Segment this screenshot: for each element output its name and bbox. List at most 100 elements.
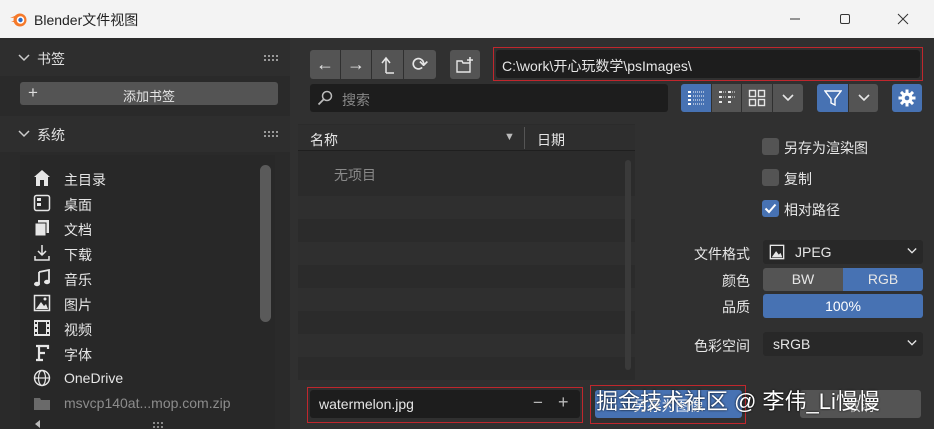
refresh-button[interactable]: ⟳ (404, 50, 436, 79)
maximize-icon (840, 14, 850, 24)
parent-directory-icon (380, 56, 394, 74)
color-mode-toggle: BW RGB (763, 268, 923, 291)
column-date-header[interactable]: 日期 (537, 130, 565, 150)
view-thumbnails-button[interactable] (742, 84, 772, 112)
maximize-button[interactable] (822, 0, 868, 38)
chevron-down-icon (907, 340, 917, 346)
directory-path-input[interactable]: C:\work\开心玩数学\psImages\ (496, 50, 920, 78)
filter-options-dropdown[interactable] (849, 84, 878, 112)
list-view-icon (688, 91, 704, 105)
scroll-grip-icon (153, 422, 163, 428)
horizontal-list-icon (718, 91, 735, 103)
home-icon (32, 168, 52, 188)
font-icon (32, 343, 52, 363)
title-bar: Blender文件视图 (0, 0, 934, 38)
bookmarks-panel-header[interactable]: 书签 (0, 40, 290, 76)
file-list-header: 名称 ▼ 日期 (298, 125, 635, 151)
quality-label: 品质 (722, 299, 750, 315)
sidebar-item-zip[interactable]: msvcp140at...mop.com.zip (20, 390, 260, 415)
copy-checkbox[interactable] (762, 169, 779, 186)
quality-slider[interactable]: 100% (763, 294, 923, 318)
color-label: 颜色 (722, 273, 750, 289)
folder-icon (32, 393, 52, 413)
close-button[interactable] (880, 0, 926, 38)
sidebar-item-desktop[interactable]: 桌面 (20, 190, 260, 215)
arrow-right-icon: → (347, 54, 365, 74)
sidebar-item-fonts[interactable]: 字体 (20, 340, 260, 365)
checkmark-icon (764, 203, 777, 214)
filter-toggle-button[interactable] (817, 84, 848, 112)
thumbnails-icon (748, 89, 766, 107)
sidebar-item-documents[interactable]: 文档 (20, 215, 260, 240)
file-list-scrollbar[interactable] (625, 160, 631, 370)
list-row-stripe (298, 196, 635, 219)
list-row-stripe (298, 242, 635, 265)
view-vertical-list-button[interactable] (681, 84, 711, 112)
window-title: Blender文件视图 (34, 12, 139, 28)
display-size-dropdown[interactable] (773, 84, 803, 112)
documents-icon (32, 218, 52, 238)
arrow-left-icon: ← (316, 54, 334, 74)
decrement-filename-button[interactable]: − (533, 393, 543, 413)
watermark-text: 掘金技术社区 @ 李伟_Li慢慢 (596, 389, 880, 414)
refresh-icon: ⟳ (411, 54, 429, 76)
view-horizontal-list-button[interactable] (712, 84, 741, 112)
chevron-down-icon (18, 130, 30, 138)
video-icon (32, 318, 52, 338)
sidebar-item-videos[interactable]: 视频 (20, 315, 260, 340)
relative-path-label: 相对路径 (784, 202, 840, 218)
sidebar-item-pictures[interactable]: 图片 (20, 290, 260, 315)
close-icon (897, 13, 909, 25)
minimize-icon (790, 18, 800, 20)
desktop-icon (32, 193, 52, 213)
globe-icon (32, 368, 52, 388)
sidebar-horizontal-scrollbar[interactable] (35, 419, 265, 429)
system-title: 系统 (37, 127, 65, 143)
increment-filename-button[interactable]: + (558, 392, 569, 413)
parent-directory-button[interactable] (372, 50, 403, 79)
sidebar-item-onedrive[interactable]: OneDrive (20, 365, 260, 390)
system-list: 主目录 桌面 文档 下载 音乐 图片 视频 字体 OneDrive msvcp1… (20, 155, 275, 429)
chevron-down-icon (907, 248, 917, 254)
color-bw-option[interactable]: BW (763, 268, 843, 291)
search-icon (317, 90, 333, 106)
chevron-down-icon (18, 54, 30, 62)
file-format-select[interactable]: JPEG (763, 240, 923, 264)
color-rgb-option[interactable]: RGB (843, 268, 923, 291)
color-space-label: 色彩空间 (694, 338, 750, 354)
chevron-down-icon (857, 94, 870, 102)
save-as-render-label: 另存为渲染图 (784, 140, 868, 156)
image-icon (769, 244, 785, 260)
back-button[interactable]: ← (310, 50, 340, 79)
search-input[interactable]: 搜索 (310, 84, 668, 112)
settings-button[interactable] (892, 84, 922, 112)
chevron-down-icon (782, 94, 794, 102)
minimize-button[interactable] (772, 0, 818, 38)
column-name-header[interactable]: 名称 (310, 130, 338, 150)
scroll-left-arrow-icon (35, 420, 40, 428)
sidebar-item-downloads[interactable]: 下载 (20, 240, 260, 265)
system-panel-header[interactable]: 系统 (0, 116, 290, 152)
music-icon (32, 268, 52, 288)
drag-grip-icon[interactable] (264, 53, 280, 63)
relative-path-checkbox[interactable] (762, 200, 779, 217)
drag-grip-icon[interactable] (264, 129, 280, 139)
column-separator[interactable] (524, 127, 525, 149)
sort-descending-icon[interactable]: ▼ (504, 131, 515, 143)
copy-label: 复制 (784, 171, 812, 187)
save-as-render-checkbox[interactable] (762, 138, 779, 155)
new-folder-button[interactable] (450, 50, 480, 79)
file-format-label: 文件格式 (694, 246, 750, 262)
list-row-stripe (298, 334, 635, 357)
add-bookmark-button[interactable]: + 添加书签 (20, 82, 278, 105)
new-folder-icon (456, 56, 473, 73)
filename-input[interactable]: watermelon.jpg − + (310, 390, 580, 418)
list-row-stripe (298, 288, 635, 311)
image-icon (32, 293, 52, 313)
download-icon (32, 243, 52, 263)
sidebar-scrollbar[interactable] (260, 165, 271, 322)
sidebar-item-music[interactable]: 音乐 (20, 265, 260, 290)
color-space-select[interactable]: sRGB (763, 332, 923, 356)
forward-button[interactable]: → (341, 50, 371, 79)
sidebar-item-home[interactable]: 主目录 (20, 165, 260, 190)
